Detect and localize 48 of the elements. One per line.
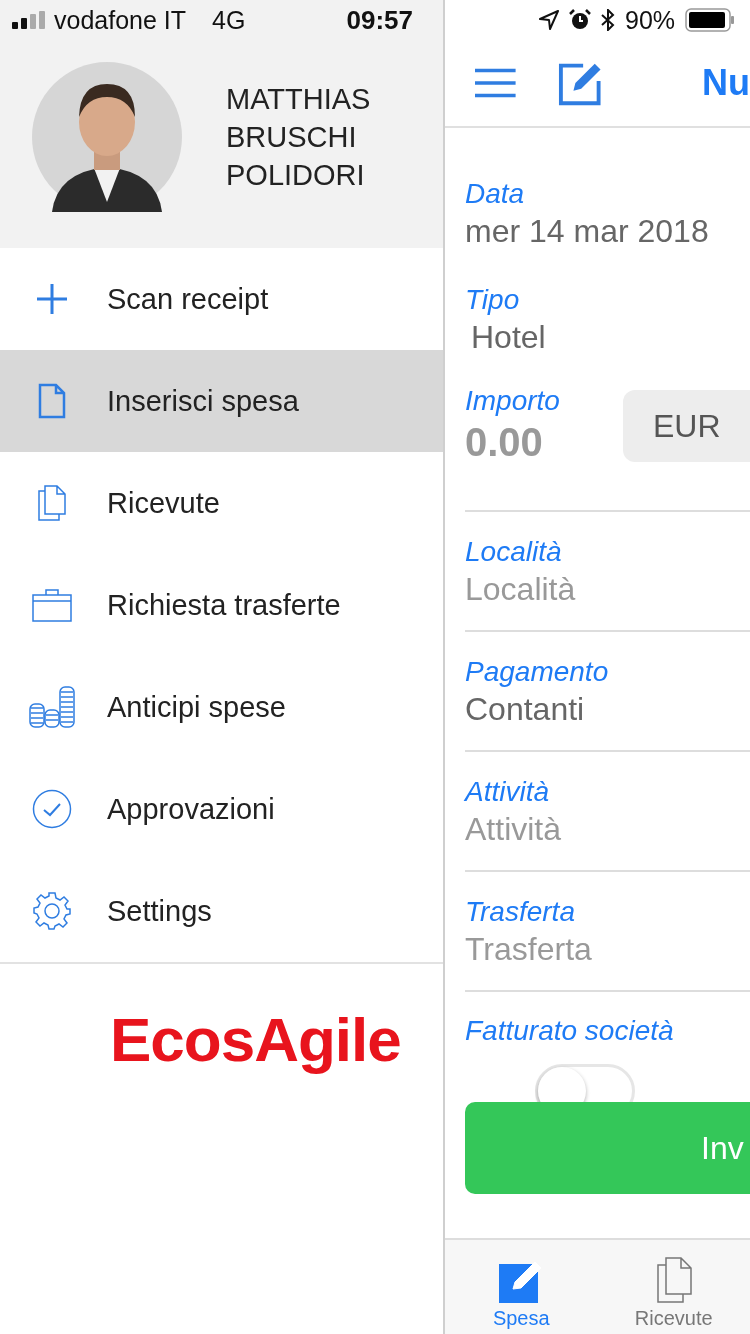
field-label: Pagamento	[465, 654, 610, 689]
document-icon	[37, 383, 66, 419]
field-label: Importo	[465, 384, 561, 418]
field-label: Fatturato società	[465, 1014, 674, 1048]
menu-item[interactable]: Anticipi spese	[0, 656, 443, 758]
settings-icon	[32, 892, 71, 930]
checkmark-circle-icon	[31, 789, 72, 829]
menu-item[interactable]: Scan receipt	[0, 248, 443, 350]
input-field[interactable]: Trasferta	[465, 930, 750, 968]
logo: EcosAgile	[110, 1004, 402, 1075]
documents-icon	[655, 1257, 692, 1303]
field-label: Data	[465, 176, 526, 211]
input-field[interactable]: Contanti	[465, 690, 750, 728]
menu-item[interactable]: Inserisci spesa	[0, 350, 443, 452]
currency-button[interactable]: EUR	[623, 390, 750, 462]
bluetooth-icon	[601, 9, 615, 31]
field-label: Tipo	[465, 282, 521, 317]
battery-icon	[685, 8, 736, 32]
menu-item[interactable]: Richiesta trasferte	[0, 554, 443, 656]
input-field[interactable]: mer 14 mar 2018	[465, 212, 750, 250]
menu-item[interactable]: Settings	[0, 860, 443, 962]
alarm-icon	[569, 9, 591, 31]
carrier-name: vodafone IT	[54, 5, 187, 35]
input-field[interactable]: Località	[465, 570, 750, 608]
field-label: Località	[465, 534, 563, 569]
user-name: MATTHIAS BRUSCHI POLIDORI	[226, 82, 372, 193]
field-label: Trasferta	[465, 894, 576, 929]
coins-icon	[28, 686, 75, 728]
field-label: Attività	[465, 774, 551, 809]
network-type: 4G	[212, 5, 246, 35]
toggle-switch[interactable]	[535, 1064, 635, 1102]
clock-time: 09:57	[346, 4, 413, 36]
battery-percent: 90%	[625, 5, 676, 35]
tab[interactable]: Ricevute	[597, 1240, 750, 1334]
input-field[interactable]: Attività	[465, 810, 750, 848]
menu-icon[interactable]	[475, 68, 516, 98]
menu-item[interactable]: Approvazioni	[0, 758, 443, 860]
location-icon	[539, 10, 559, 30]
input-field[interactable]: 0.00	[465, 420, 615, 465]
input-field[interactable]: Hotel	[465, 318, 750, 356]
menu-item[interactable]: Ricevute	[0, 452, 443, 554]
briefcase-icon	[31, 588, 72, 622]
signal-icon	[12, 11, 46, 29]
tab[interactable]: Spesa	[445, 1240, 598, 1334]
documents-icon	[36, 485, 67, 521]
edit-icon	[499, 1259, 544, 1303]
plus-icon	[35, 283, 68, 315]
nav-title: Nu	[702, 62, 750, 104]
